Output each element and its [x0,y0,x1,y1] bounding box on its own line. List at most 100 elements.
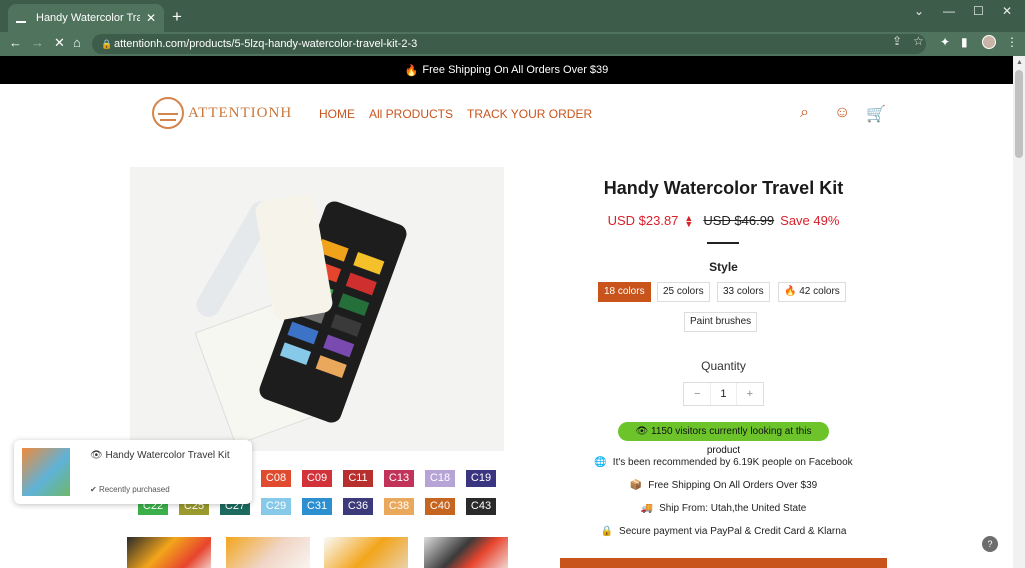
chip-code: C43 [470,500,492,512]
popup-product-thumbnail [22,448,70,496]
recent-purchase-popup[interactable]: 👁 Handy Watercolor Travel Kit ✔ Recently… [14,440,252,504]
menu-dots-icon[interactable]: ⋮ [1006,35,1018,49]
nav-track-order[interactable]: TRACK YOUR ORDER [467,107,592,121]
yellow-swatch [353,251,385,275]
page-scrollbar[interactable]: ▲ [1013,56,1025,568]
style-label: Style [709,260,738,274]
color-chip: C19 [466,470,496,487]
red-swatch [345,272,377,296]
popup-title: Handy Watercolor Travel Kit [105,450,230,461]
color-chip: C11 [343,470,373,487]
stop-loading-icon[interactable]: ✕ [54,35,65,51]
feature-secure-payment: 🔒 Secure payment via PayPal & Credit Card… [560,526,887,537]
page-viewport: 🔥 Free Shipping On All Orders Over $39 A… [0,56,1013,568]
back-icon[interactable]: ← [9,35,22,50]
tab-search-icon[interactable]: ⌄ [914,4,924,18]
profile-avatar[interactable] [982,35,996,49]
light-blue-swatch [279,342,312,366]
thumbnail-image[interactable] [226,537,310,568]
sunrise-logo-icon [152,97,184,129]
qty-input[interactable]: 1 [710,383,737,405]
search-icon[interactable]: ⌕ [800,104,809,122]
account-icon[interactable]: ☺ [834,104,850,122]
quantity-label: Quantity [701,359,746,373]
new-tab-button[interactable]: + [172,7,182,27]
feature-text: Free Shipping On All Orders Over $39 [648,480,818,491]
feature-facebook: 🌐 It's been recommended by 6.19K people o… [560,457,887,468]
url-text: attentionh.com/products/5-5lzq-handy-wat… [114,38,418,50]
chip-code: C38 [388,500,410,512]
thumbnail-image[interactable] [424,537,508,568]
share-icon[interactable]: ⇪ [892,34,902,48]
browser-tab[interactable]: Handy Watercolor Travel Kit - att ✕ [8,4,164,32]
product-main-image[interactable] [130,167,504,451]
bookmark-star-icon[interactable]: ☆ [913,34,924,48]
feature-ship-from: 🚚 Ship From: Utah,the United State [560,503,887,514]
original-price: USD $46.99 [703,213,775,228]
chip-code: C18 [429,472,451,484]
color-chip: C08 [261,470,291,487]
add-to-cart-button[interactable] [560,558,887,568]
blue-swatch [287,321,319,345]
green-swatch [338,293,370,317]
forward-icon[interactable]: → [31,35,44,50]
feature-shipping: 📦 Free Shipping On All Orders Over $39 [560,480,887,491]
announcement-text: Free Shipping On All Orders Over $39 [422,64,609,76]
thumbnail-image[interactable] [127,537,211,568]
color-chip: C43 [466,498,496,515]
style-option-42[interactable]: 🔥 42 colors [778,282,846,302]
cart-icon[interactable]: 🛒 [866,104,886,124]
fire-icon: 🔥 [784,286,797,297]
feature-text: It's been recommended by 6.19K people on… [612,457,853,468]
thumbnail-image[interactable] [324,537,408,568]
black-swatch [330,313,362,337]
color-chip: C31 [302,498,332,515]
extensions-icon[interactable]: ✦ [940,35,950,49]
scrollbar-thumb[interactable] [1015,70,1023,158]
purple-swatch [323,334,355,358]
check-circle-icon: ✔ [90,485,97,494]
tab-title: Handy Watercolor Travel Kit - att [36,12,140,24]
chip-code: C29 [265,500,287,512]
divider [707,242,739,244]
brand-logo[interactable]: ATTENTIONH [152,97,292,129]
tab-close-icon[interactable]: ✕ [146,11,156,25]
chip-code: C08 [265,472,287,484]
current-price: USD $23.87 [607,213,679,228]
feature-text: Secure payment via PayPal & Credit Card … [619,526,847,537]
close-window-icon[interactable]: ✕ [1002,4,1012,18]
main-nav: HOME All PRODUCTS TRACK YOUR ORDER [319,107,592,121]
savings-text: Save 49% [780,213,840,228]
address-bar[interactable]: 🔒 attentionh.com/products/5-5lzq-handy-w… [92,34,926,54]
chip-code: C11 [348,472,368,484]
palette-lid [254,192,334,322]
scroll-up-icon[interactable]: ▲ [1016,59,1023,66]
visitors-badge: 👁 1150 visitors currently looking at thi… [618,422,829,456]
qty-increase-button[interactable]: + [737,383,763,405]
chip-code: C09 [306,472,328,484]
lock-icon: 🔒 [600,526,614,537]
style-option-25[interactable]: 25 colors [657,282,710,302]
nav-home[interactable]: HOME [319,107,355,121]
lock-icon[interactable]: 🔒 [101,34,112,54]
maximize-icon[interactable]: ☐ [973,4,984,18]
side-panel-icon[interactable]: ▮ [961,35,968,49]
orange-swatch [315,355,347,379]
price-arrows-icon: ▲ ▼ [684,212,694,229]
style-option-brushes[interactable]: Paint brushes [684,312,758,332]
chip-code: C13 [388,472,410,484]
style-option-33[interactable]: 33 colors [717,282,770,302]
chip-code: C40 [429,500,451,512]
price-row: USD $23.87 ▲ ▼ USD $46.99 Save 49% [560,213,887,228]
color-chip: C40 [425,498,455,515]
style-option-18[interactable]: 18 colors [598,282,651,302]
minimize-icon[interactable]: — [943,4,955,18]
visitors-text: 1150 visitors currently looking at this … [651,426,812,456]
browser-toolbar: ← → ✕ ⌂ 🔒 attentionh.com/products/5-5lzq… [0,32,1025,56]
qty-decrease-button[interactable]: − [684,383,710,405]
site-header: ATTENTIONH HOME All PRODUCTS TRACK YOUR … [0,84,1013,144]
home-icon[interactable]: ⌂ [73,35,81,50]
product-title: Handy Watercolor Travel Kit [603,178,844,198]
help-chat-icon[interactable]: ? [982,536,998,552]
nav-all-products[interactable]: All PRODUCTS [369,107,453,121]
